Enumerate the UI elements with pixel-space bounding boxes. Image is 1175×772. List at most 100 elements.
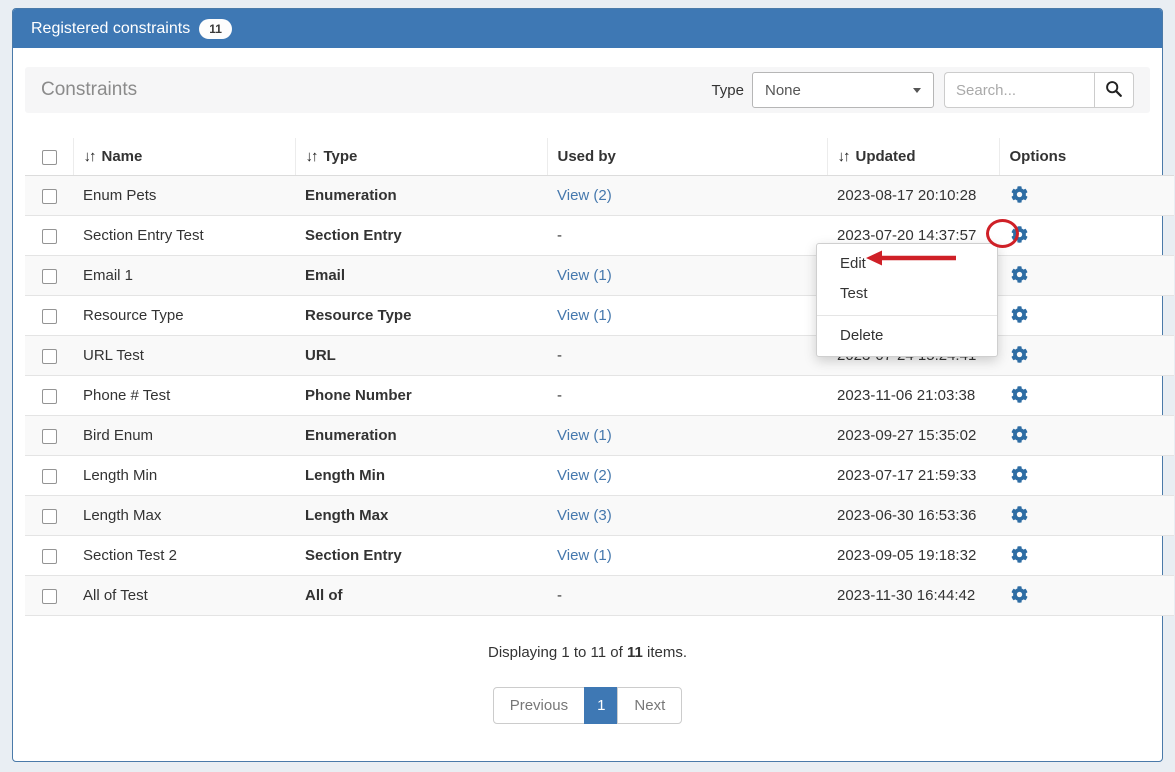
- table-row: Phone # Test Phone Number - 2023-11-06 2…: [25, 376, 1174, 416]
- row-options-button[interactable]: [1009, 504, 1030, 525]
- sort-icon: ↓↑: [84, 148, 95, 165]
- name-cell: URL Test: [73, 336, 295, 376]
- type-cell: Phone Number: [295, 376, 547, 416]
- row-checkbox[interactable]: [42, 469, 57, 484]
- column-header-name[interactable]: ↓↑Name: [73, 138, 295, 176]
- row-checkbox[interactable]: [42, 389, 57, 404]
- section-heading: Constraints: [41, 79, 137, 101]
- type-cell: Enumeration: [295, 176, 547, 216]
- pagination-next[interactable]: Next: [617, 687, 682, 724]
- name-cell: Email 1: [73, 256, 295, 296]
- row-options-button[interactable]: [1009, 424, 1030, 445]
- type-cell: Email: [295, 256, 547, 296]
- type-cell: URL: [295, 336, 547, 376]
- row-options-button[interactable]: [1009, 304, 1030, 325]
- table-body: Enum Pets Enumeration View (2) 2023-08-1…: [25, 176, 1174, 616]
- select-all-checkbox-cell: [25, 138, 73, 176]
- type-cell: Length Min: [295, 456, 547, 496]
- updated-cell: 2023-11-30 16:44:42: [827, 576, 999, 616]
- search-input[interactable]: [944, 72, 1094, 108]
- row-options-menu: Edit Test Delete: [816, 243, 998, 357]
- used-by-link: -: [557, 587, 562, 604]
- row-checkbox[interactable]: [42, 549, 57, 564]
- table-row: Section Test 2 Section Entry View (1) 20…: [25, 536, 1174, 576]
- gear-icon: [1011, 591, 1028, 606]
- row-options-button[interactable]: [1009, 384, 1030, 405]
- gear-icon: [1011, 351, 1028, 366]
- used-by-link[interactable]: View (1): [557, 547, 612, 564]
- name-cell: Enum Pets: [73, 176, 295, 216]
- row-options-button[interactable]: [1009, 264, 1030, 285]
- gear-icon: [1011, 511, 1028, 526]
- updated-cell: 2023-06-30 16:53:36: [827, 496, 999, 536]
- sort-icon: ↓↑: [838, 148, 849, 165]
- used-by-link[interactable]: View (2): [557, 467, 612, 484]
- row-checkbox[interactable]: [42, 589, 57, 604]
- type-filter-label: Type: [711, 82, 744, 99]
- name-cell: Phone # Test: [73, 376, 295, 416]
- used-by-link: -: [557, 347, 562, 364]
- table-row: Enum Pets Enumeration View (2) 2023-08-1…: [25, 176, 1174, 216]
- updated-cell: 2023-09-05 19:18:32: [827, 536, 999, 576]
- updated-cell: 2023-07-17 21:59:33: [827, 456, 999, 496]
- pagination-previous[interactable]: Previous: [493, 687, 585, 724]
- used-by-link[interactable]: View (1): [557, 307, 612, 324]
- panel-heading: Registered constraints 11: [13, 9, 1162, 48]
- type-cell: Resource Type: [295, 296, 547, 336]
- row-options-button[interactable]: [1009, 224, 1030, 245]
- gear-icon: [1011, 471, 1028, 486]
- constraints-table: ↓↑Name ↓↑Type Used by ↓↑Updated Options: [25, 138, 1174, 616]
- name-cell: Bird Enum: [73, 416, 295, 456]
- table-row: All of Test All of - 2023-11-30 16:44:42: [25, 576, 1174, 616]
- row-checkbox[interactable]: [42, 309, 57, 324]
- column-header-type[interactable]: ↓↑Type: [295, 138, 547, 176]
- pagination: Previous 1 Next: [25, 687, 1150, 724]
- row-checkbox[interactable]: [42, 349, 57, 364]
- row-checkbox[interactable]: [42, 189, 57, 204]
- toolbar: Constraints Type None: [25, 67, 1150, 113]
- row-checkbox[interactable]: [42, 429, 57, 444]
- used-by-link[interactable]: View (1): [557, 427, 612, 444]
- column-header-used-by: Used by: [547, 138, 827, 176]
- name-cell: Section Entry Test: [73, 216, 295, 256]
- table-header-row: ↓↑Name ↓↑Type Used by ↓↑Updated Options: [25, 138, 1174, 176]
- type-cell: Enumeration: [295, 416, 547, 456]
- column-header-updated[interactable]: ↓↑Updated: [827, 138, 999, 176]
- count-badge: 11: [199, 19, 232, 39]
- table-row: Length Max Length Max View (3) 2023-06-3…: [25, 496, 1174, 536]
- row-options-button[interactable]: [1009, 344, 1030, 365]
- type-cell: Section Entry: [295, 216, 547, 256]
- used-by-link[interactable]: View (3): [557, 507, 612, 524]
- row-checkbox[interactable]: [42, 229, 57, 244]
- menu-item-test[interactable]: Test: [817, 279, 997, 309]
- used-by-link: -: [557, 227, 562, 244]
- menu-divider: [817, 315, 997, 316]
- type-filter-select[interactable]: None: [752, 72, 934, 108]
- menu-item-delete[interactable]: Delete: [817, 321, 997, 351]
- menu-item-edit[interactable]: Edit: [817, 249, 997, 279]
- type-cell: All of: [295, 576, 547, 616]
- table-row-menu-open: Section Entry Test Section Entry - 2023-…: [25, 216, 1174, 256]
- row-checkbox[interactable]: [42, 509, 57, 524]
- row-options-button[interactable]: [1009, 184, 1030, 205]
- results-summary: Displaying 1 to 11 of 11 items.: [25, 644, 1150, 661]
- row-checkbox[interactable]: [42, 269, 57, 284]
- gear-icon: [1011, 191, 1028, 206]
- row-options-button[interactable]: [1009, 464, 1030, 485]
- select-all-checkbox[interactable]: [42, 150, 57, 165]
- search-icon: [1105, 80, 1123, 101]
- pagination-page-1[interactable]: 1: [584, 687, 618, 724]
- sort-icon: ↓↑: [306, 148, 317, 165]
- table-row: Email 1 Email View (1): [25, 256, 1174, 296]
- panel-title: Registered constraints: [31, 20, 190, 38]
- used-by-link[interactable]: View (2): [557, 187, 612, 204]
- search-button[interactable]: [1094, 72, 1134, 108]
- table-row: URL Test URL - 2023-07-24 15:24:41: [25, 336, 1174, 376]
- name-cell: All of Test: [73, 576, 295, 616]
- row-options-button[interactable]: [1009, 584, 1030, 605]
- name-cell: Section Test 2: [73, 536, 295, 576]
- row-options-button[interactable]: [1009, 544, 1030, 565]
- type-cell: Section Entry: [295, 536, 547, 576]
- used-by-link[interactable]: View (1): [557, 267, 612, 284]
- gear-icon: [1011, 231, 1028, 246]
